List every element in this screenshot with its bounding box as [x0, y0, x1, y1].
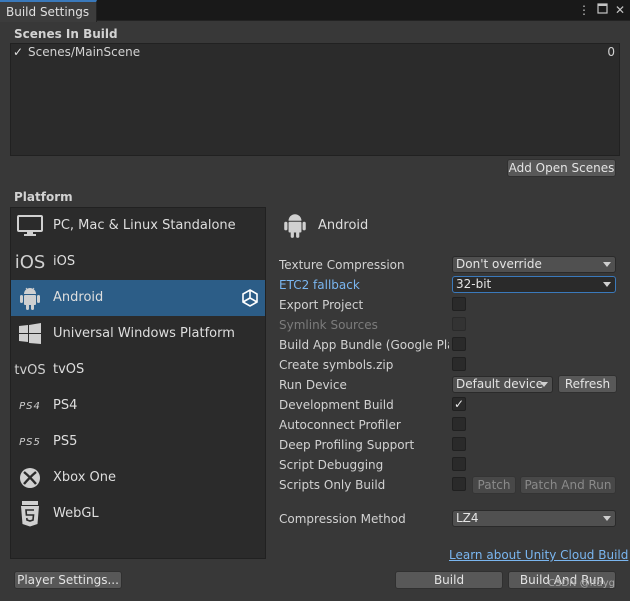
platform-item-label: PS5	[53, 434, 78, 449]
ios-icon: iOS	[14, 248, 46, 276]
scene-name: Scenes/MainScene	[28, 45, 141, 59]
autoconnect-profiler-label: Autoconnect Profiler	[279, 418, 401, 432]
platform-item-tvos[interactable]: tvOS tvOS	[11, 352, 265, 388]
platform-item-ps4[interactable]: PS4 PS4	[11, 388, 265, 424]
build-app-bundle-checkbox[interactable]	[452, 337, 466, 351]
build-app-bundle-label: Build App Bundle (Google Play)	[279, 338, 449, 352]
window-tab-bar: Build Settings ⋮ ✕	[0, 0, 630, 22]
tvos-icon: tvOS	[14, 356, 46, 384]
run-device-label: Run Device	[279, 378, 347, 392]
etc2-fallback-value: 32-bit	[456, 277, 492, 291]
build-button[interactable]: Build	[395, 571, 503, 589]
run-device-dropdown[interactable]: Default device	[452, 376, 553, 393]
texture-compression-label: Texture Compression	[279, 258, 405, 272]
android-icon	[16, 284, 44, 312]
monitor-icon	[16, 212, 44, 240]
watermark: CSDN @ltdyg	[548, 578, 616, 589]
chevron-down-icon	[603, 282, 611, 287]
scripts-only-build-label: Scripts Only Build	[279, 478, 386, 492]
ios-icon-text: iOS	[14, 251, 46, 273]
development-build-checkbox[interactable]: ✓	[452, 397, 466, 411]
scripts-only-build-checkbox[interactable]	[452, 477, 466, 491]
platform-item-ios[interactable]: iOS iOS	[11, 244, 265, 280]
ps5-icon: PS5	[16, 428, 44, 456]
chevron-down-icon	[603, 262, 611, 267]
ps4-icon: PS4	[16, 392, 44, 420]
tvos-icon-text: tvOS	[14, 362, 46, 378]
platform-item-standalone[interactable]: PC, Mac & Linux Standalone	[11, 208, 265, 244]
maximize-icon[interactable]	[596, 3, 608, 17]
symlink-sources-label: Symlink Sources	[279, 318, 378, 332]
unity-logo-icon	[241, 289, 259, 307]
cloud-build-link[interactable]: Learn about Unity Cloud Build	[449, 548, 628, 562]
platform-item-webgl[interactable]: WebGL	[11, 496, 265, 532]
export-project-checkbox[interactable]	[452, 297, 466, 311]
deep-profiling-checkbox[interactable]	[452, 437, 466, 451]
platform-item-label: PS4	[53, 398, 78, 413]
selected-platform-title: Android	[318, 218, 369, 233]
platform-item-label: PC, Mac & Linux Standalone	[53, 218, 236, 233]
export-project-label: Export Project	[279, 298, 364, 312]
platform-item-label: iOS	[53, 254, 76, 269]
platform-item-label: WebGL	[53, 506, 99, 521]
autoconnect-profiler-checkbox[interactable]	[452, 417, 466, 431]
scene-row[interactable]: ✓ Scenes/MainScene 0	[11, 45, 619, 61]
refresh-button[interactable]: Refresh	[558, 375, 617, 393]
more-options-icon[interactable]: ⋮	[578, 3, 590, 17]
ps5-icon-text: PS5	[19, 436, 41, 448]
platform-title: Platform	[14, 190, 73, 204]
compression-method-label: Compression Method	[279, 512, 406, 526]
windows-icon	[16, 320, 44, 348]
scene-checkbox[interactable]: ✓	[13, 46, 26, 59]
texture-compression-dropdown[interactable]: Don't override	[452, 256, 616, 273]
patch-and-run-button[interactable]: Patch And Run	[520, 476, 616, 494]
tab-build-settings[interactable]: Build Settings	[0, 0, 97, 22]
etc2-fallback-dropdown[interactable]: 32-bit	[452, 276, 616, 293]
ps4-icon-text: PS4	[19, 400, 41, 412]
html5-icon	[16, 500, 44, 528]
texture-compression-value: Don't override	[456, 257, 542, 271]
add-open-scenes-button[interactable]: Add Open Scenes	[507, 159, 616, 177]
platform-item-label: Android	[53, 290, 104, 305]
symlink-sources-checkbox	[452, 317, 466, 331]
create-symbols-label: Create symbols.zip	[279, 358, 394, 372]
deep-profiling-label: Deep Profiling Support	[279, 438, 415, 452]
xbox-icon	[16, 464, 44, 492]
chevron-down-icon	[603, 516, 611, 521]
scenes-in-build-title: Scenes In Build	[14, 27, 118, 41]
create-symbols-checkbox[interactable]	[452, 357, 466, 371]
platform-item-ps5[interactable]: PS5 PS5	[11, 424, 265, 460]
platform-item-android[interactable]: Android	[11, 280, 265, 316]
platform-item-label: tvOS	[53, 362, 85, 377]
etc2-fallback-label: ETC2 fallback	[279, 278, 360, 292]
chevron-down-icon	[540, 382, 548, 387]
platform-list: PC, Mac & Linux Standalone iOS iOS Andro…	[10, 207, 266, 559]
platform-item-uwp[interactable]: Universal Windows Platform	[11, 316, 265, 352]
platform-item-label: Universal Windows Platform	[53, 326, 235, 341]
platform-item-label: Xbox One	[53, 470, 117, 485]
close-icon[interactable]: ✕	[614, 3, 626, 17]
patch-button[interactable]: Patch	[472, 476, 516, 494]
android-icon	[283, 211, 307, 239]
script-debugging-label: Script Debugging	[279, 458, 384, 472]
script-debugging-checkbox[interactable]	[452, 457, 466, 471]
development-build-label: Development Build	[279, 398, 394, 412]
compression-method-dropdown[interactable]: LZ4	[452, 510, 616, 527]
run-device-value: Default device	[456, 377, 544, 391]
scene-index: 0	[607, 45, 615, 59]
player-settings-button[interactable]: Player Settings...	[14, 571, 122, 589]
compression-method-value: LZ4	[456, 511, 479, 525]
scenes-list[interactable]: ✓ Scenes/MainScene 0	[10, 43, 620, 156]
tab-actions: ⋮ ✕	[578, 3, 626, 17]
platform-item-xbox[interactable]: Xbox One	[11, 460, 265, 496]
